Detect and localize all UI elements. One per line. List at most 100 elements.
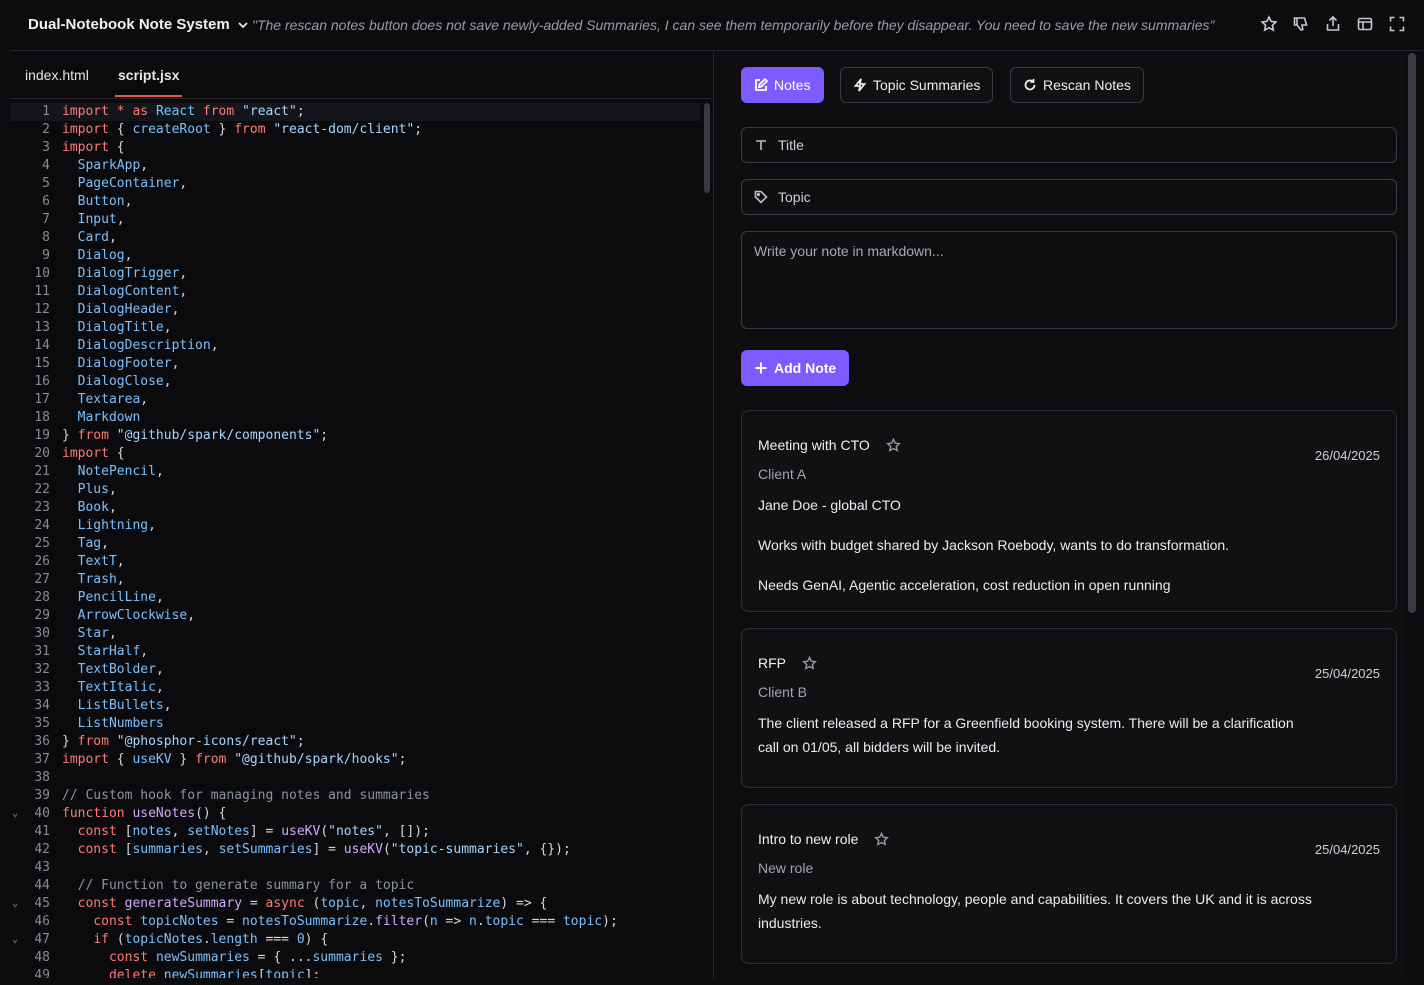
code-line[interactable]: 18 Markdown (10, 409, 700, 427)
code-text: const topicNotes = notesToSummarize.filt… (93, 914, 618, 929)
note-card[interactable]: Intro to new role 25/04/2025 New role My… (741, 804, 1397, 964)
app-title: Dual-Notebook Note System (28, 16, 230, 33)
code-line[interactable]: 39 // Custom hook for managing notes and … (10, 787, 700, 805)
fullscreen-icon[interactable] (1388, 15, 1406, 33)
note-title: Intro to new role (758, 831, 859, 847)
code-line[interactable]: 46 const topicNotes = notesToSummarize.f… (10, 913, 700, 931)
topic-input[interactable]: Topic (741, 179, 1397, 215)
code-line[interactable]: 49 delete newSummaries[topic]; (10, 967, 700, 978)
line-number: 8 (42, 230, 50, 245)
code-line[interactable]: 4 SparkApp, (10, 157, 700, 175)
code-line[interactable]: 32 TextBolder, (10, 661, 700, 679)
line-number: 20 (34, 446, 50, 461)
code-line[interactable]: 34 ListBullets, (10, 697, 700, 715)
thumbs-down-icon[interactable] (1292, 15, 1310, 33)
code-text: Input, (77, 212, 125, 227)
code-line[interactable]: 6 Button, (10, 193, 700, 211)
code-line[interactable]: 1 import * as React from "react"; (10, 103, 700, 121)
code-text: import { useKV } from "@github/spark/hoo… (62, 752, 407, 767)
code-line[interactable]: 14 DialogDescription, (10, 337, 700, 355)
line-number: 46 (34, 914, 50, 929)
line-number: 29 (34, 608, 50, 623)
code-text: TextT, (77, 554, 125, 569)
preview-scroll-thumb[interactable] (1408, 53, 1416, 613)
code-line[interactable]: 25 Tag, (10, 535, 700, 553)
code-line[interactable]: 35 ListNumbers (10, 715, 700, 733)
add-note-button[interactable]: Add Note (741, 350, 850, 386)
code-line[interactable]: 38 (10, 769, 700, 787)
line-number: 30 (34, 626, 50, 641)
line-number: 4 (42, 158, 50, 173)
code-line[interactable]: 12 DialogHeader, (10, 301, 700, 319)
note-pencil-icon (755, 78, 768, 91)
note-title-row: RFP (758, 655, 817, 671)
code-line[interactable]: 27 Trash, (10, 571, 700, 589)
editor-scroll-thumb[interactable] (704, 103, 710, 193)
code-line[interactable]: 31 StarHalf, (10, 643, 700, 661)
code-text: DialogTitle, (77, 320, 172, 335)
tab-index-html[interactable]: index.html (25, 67, 89, 83)
star-icon[interactable] (802, 655, 817, 671)
line-number: 27 (34, 572, 50, 587)
code-line[interactable]: 37 import { useKV } from "@github/spark/h… (10, 751, 700, 769)
code-line[interactable]: 16 DialogClose, (10, 373, 700, 391)
code-line[interactable]: 15 DialogFooter, (10, 355, 700, 373)
code-line[interactable]: 29 ArrowClockwise, (10, 607, 700, 625)
tab-notes[interactable]: Notes (741, 67, 824, 103)
code-line[interactable]: 44 // Function to generate summary for a… (10, 877, 700, 895)
code-line[interactable]: 9 Dialog, (10, 247, 700, 265)
code-line[interactable]: 19} from "@github/spark/components"; (10, 427, 700, 445)
code-line[interactable]: 28 PencilLine, (10, 589, 700, 607)
code-line[interactable]: 10 DialogTrigger, (10, 265, 700, 283)
window-icon[interactable] (1356, 15, 1374, 33)
tab-script-jsx[interactable]: script.jsx (114, 67, 183, 97)
share-icon[interactable] (1324, 15, 1342, 33)
note-card[interactable]: Meeting with CTO 26/04/2025 Client A Jan… (741, 410, 1397, 612)
line-number: 36 (34, 734, 50, 749)
code-line[interactable]: 42 const [summaries, setSummaries] = use… (10, 841, 700, 859)
note-body: The client released a RFP for a Greenfie… (758, 711, 1318, 775)
note-card[interactable]: RFP 25/04/2025 Client B The client relea… (741, 628, 1397, 788)
title-input[interactable]: Title (741, 127, 1397, 163)
code-line[interactable]: 21 NotePencil, (10, 463, 700, 481)
code-editor: index.html script.jsx 1 import * as React… (10, 51, 714, 978)
code-line[interactable]: ⌄ 45 const generateSummary = async (topic… (10, 895, 700, 913)
app-title-dropdown[interactable]: Dual-Notebook Note System (28, 16, 250, 33)
line-number: 48 (34, 950, 50, 965)
star-icon[interactable] (885, 437, 901, 453)
code-line[interactable]: 11 DialogContent, (10, 283, 700, 301)
star-icon[interactable] (1260, 15, 1278, 33)
code-area[interactable]: 1 import * as React from "react"; 2 import … (10, 103, 700, 978)
code-line[interactable]: 22 Plus, (10, 481, 700, 499)
code-line[interactable]: 43 (10, 859, 700, 877)
editor-scrollbar[interactable] (702, 103, 712, 978)
note-textarea[interactable]: Write your note in markdown... (741, 231, 1397, 329)
code-line[interactable]: 33 TextItalic, (10, 679, 700, 697)
code-text: Markdown (77, 410, 141, 425)
code-line[interactable]: 20 import { (10, 445, 700, 463)
rescan-notes-button[interactable]: Rescan Notes (1010, 67, 1144, 103)
code-line[interactable]: 13 DialogTitle, (10, 319, 700, 337)
arrow-clockwise-icon (1024, 79, 1036, 91)
code-line[interactable]: 26 TextT, (10, 553, 700, 571)
code-line[interactable]: 7 Input, (10, 211, 700, 229)
code-line[interactable]: 3 import { (10, 139, 700, 157)
code-line[interactable]: 17 Textarea, (10, 391, 700, 409)
code-line[interactable]: 41 const [notes, setNotes] = useKV("note… (10, 823, 700, 841)
code-text: DialogContent, (77, 284, 188, 299)
code-line[interactable]: 5 PageContainer, (10, 175, 700, 193)
tab-topic-summaries[interactable]: Topic Summaries (840, 67, 994, 103)
code-line[interactable]: ⌄ 47 if (topicNotes.length === 0) { (10, 931, 700, 949)
code-line[interactable]: ⌄ 40 function useNotes() { (10, 805, 700, 823)
code-text: Book, (77, 500, 117, 515)
code-line[interactable]: 2 import { createRoot } from "react-dom/c… (10, 121, 700, 139)
note-date: 25/04/2025 (1314, 666, 1380, 681)
code-line[interactable]: 24 Lightning, (10, 517, 700, 535)
code-line[interactable]: 30 Star, (10, 625, 700, 643)
code-line[interactable]: 23 Book, (10, 499, 700, 517)
star-icon[interactable] (874, 831, 890, 847)
code-text: Lightning, (77, 518, 156, 533)
code-line[interactable]: 36} from "@phosphor-icons/react"; (10, 733, 700, 751)
code-line[interactable]: 8 Card, (10, 229, 700, 247)
code-line[interactable]: 48 const newSummaries = { ...summaries }… (10, 949, 700, 967)
